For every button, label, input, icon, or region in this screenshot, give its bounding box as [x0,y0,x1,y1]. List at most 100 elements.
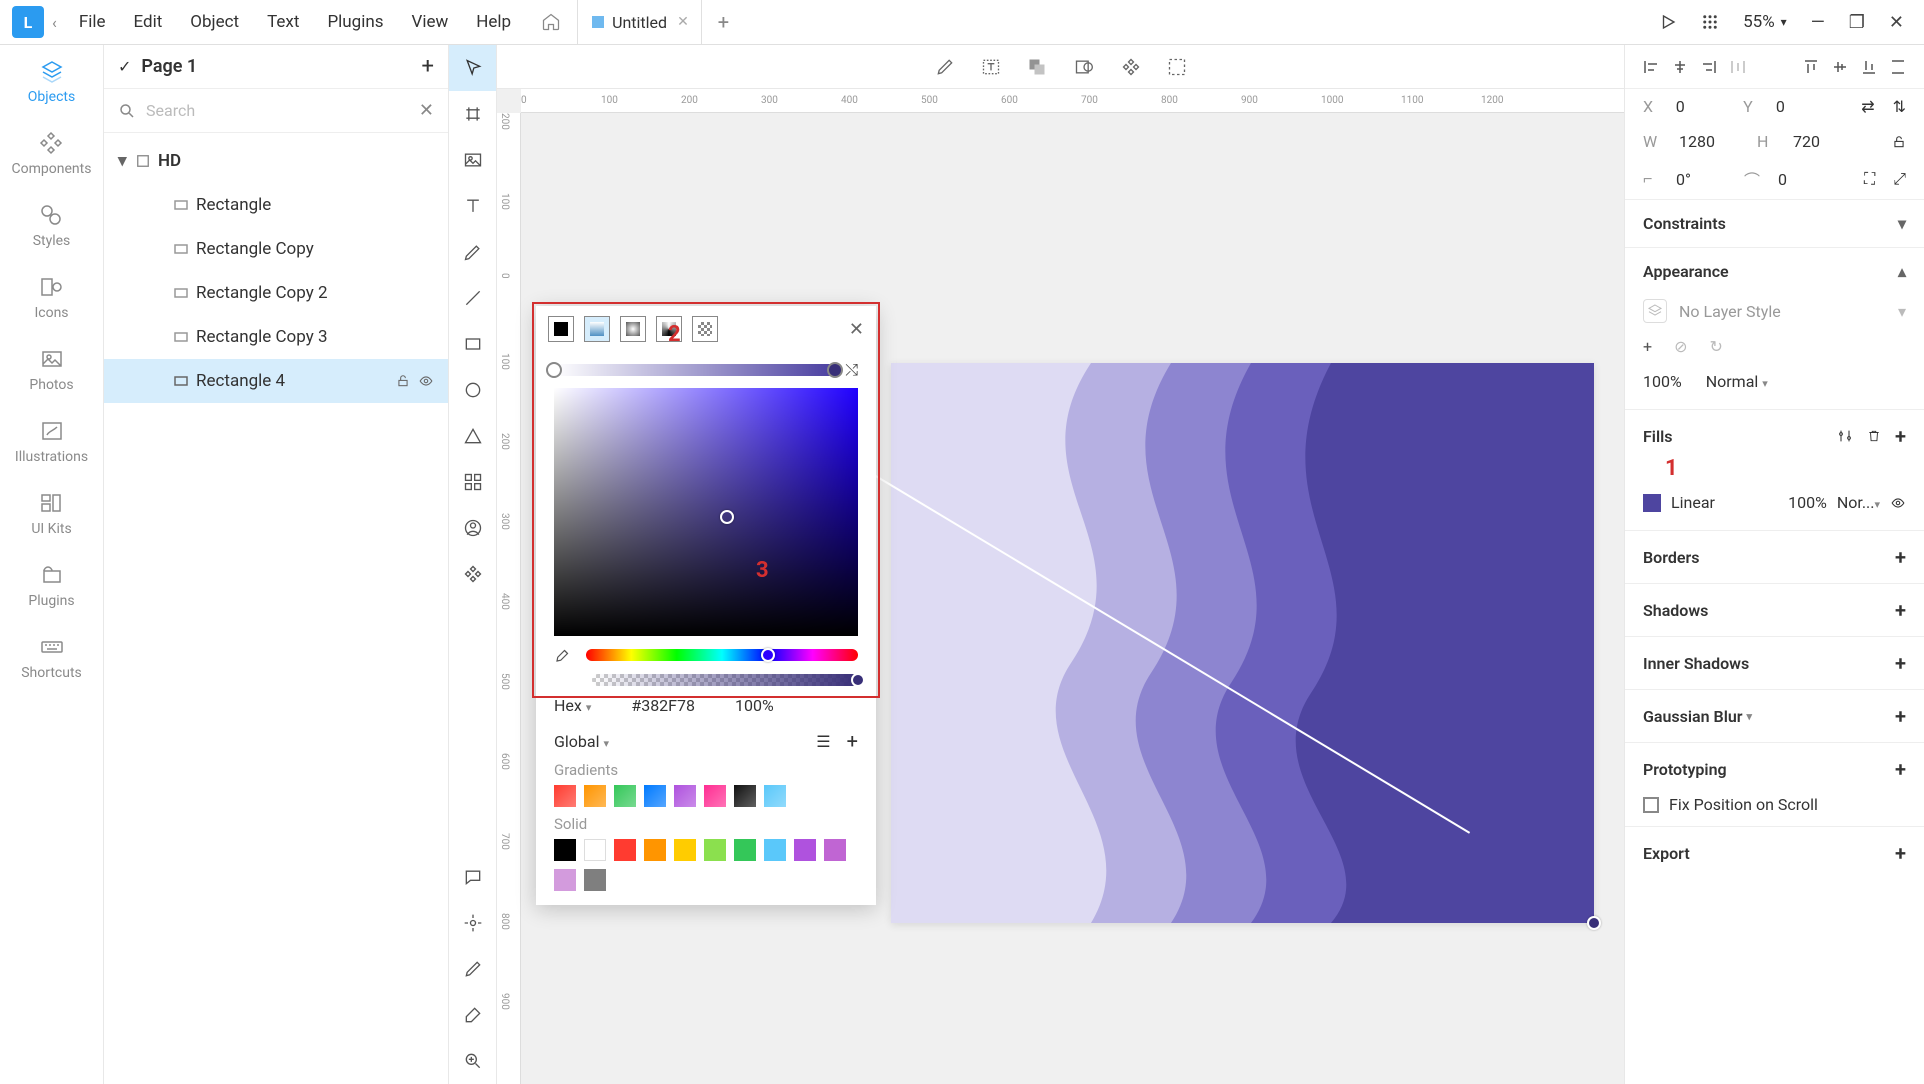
gradient-stop-end[interactable] [1587,916,1601,930]
hue-handle[interactable] [761,648,775,662]
inner-shadows-add-button[interactable]: + [1895,651,1906,675]
layer-rectangle-copy[interactable]: Rectangle Copy [104,227,448,271]
layer-frame-hd[interactable]: ▾ HD [104,139,448,183]
leftbar-uikits[interactable]: UI Kits [31,489,71,537]
menu-file[interactable]: File [65,12,120,32]
opacity-value[interactable]: 100% [1643,372,1682,391]
minimize-button[interactable]: — [1811,12,1825,33]
lock-aspect-icon[interactable] [1892,135,1906,149]
leftbar-components[interactable]: Components [12,129,92,177]
boolean-icon[interactable] [1027,57,1047,77]
eyedropper-icon[interactable] [554,646,572,664]
blur-header[interactable]: Gaussian Blur ▾+ [1625,690,1924,742]
leftbar-icons[interactable]: Icons [34,273,68,321]
swatch[interactable] [674,785,696,807]
layer-rectangle-4[interactable]: Rectangle 4 [104,359,448,403]
shadows-add-button[interactable]: + [1895,598,1906,622]
borders-add-button[interactable]: + [1895,545,1906,569]
collapse-icon[interactable]: ▾ [118,151,136,171]
align-vcenter-icon[interactable] [1832,59,1848,75]
hex-mode[interactable]: Hex ▾ [554,696,591,715]
leftbar-shortcuts[interactable]: Shortcuts [21,633,82,681]
align-top-icon[interactable] [1803,59,1819,75]
hue-slider[interactable] [586,649,858,661]
gradient-stop-handle-end[interactable] [827,362,843,378]
layer-rectangle-copy-2[interactable]: Rectangle Copy 2 [104,271,448,315]
tool-image[interactable] [449,137,496,183]
swatch[interactable] [644,785,666,807]
x-value[interactable]: 0 [1676,97,1725,116]
linear-gradient-tab[interactable] [584,316,610,342]
gradient-stop-handle-start[interactable] [546,362,562,378]
tool-avatar[interactable] [449,505,496,551]
swatch[interactable] [734,785,756,807]
prototyping-add-button[interactable]: + [1895,757,1906,781]
leftbar-objects[interactable]: Objects [28,57,75,105]
search-input[interactable] [146,101,409,120]
alpha-slider[interactable] [592,674,858,686]
fill-blend[interactable]: Nor...▾ [1837,493,1880,512]
add-style-button[interactable]: + [1643,337,1652,356]
distribute-v-icon[interactable] [1890,59,1906,75]
borders-header[interactable]: Borders+ [1625,531,1924,583]
fill-opacity[interactable]: 100% [1788,493,1827,512]
page-chevron-icon[interactable]: ✓ [118,57,131,76]
leftbar-photos[interactable]: Photos [29,345,73,393]
edit-geometry-icon[interactable] [935,57,955,77]
blend-mode[interactable]: Normal ▾ [1706,372,1768,391]
appearance-header[interactable]: Appearance▴ [1625,248,1924,295]
app-logo[interactable]: L [12,6,44,38]
expand-icon[interactable]: ⤢ [1893,169,1906,189]
swap-stops-icon[interactable]: ⤭ [845,360,858,380]
global-colors[interactable]: Global ▾ [554,732,609,751]
mirror-h-icon[interactable]: ⇄ [1861,97,1874,116]
fills-delete-icon[interactable] [1867,428,1881,444]
fix-position-checkbox[interactable] [1643,797,1659,813]
swatch[interactable] [824,839,846,861]
menu-text[interactable]: Text [253,12,313,32]
swatch[interactable] [764,785,786,807]
shadows-header[interactable]: Shadows+ [1625,584,1924,636]
gradient-slider[interactable]: ⤭ [554,360,858,380]
tool-rectangle[interactable] [449,321,496,367]
reset-style-icon[interactable]: ↻ [1709,337,1722,356]
swatch[interactable] [554,869,576,891]
tool-component[interactable] [449,551,496,597]
align-hcenter-icon[interactable] [1672,59,1688,75]
fill-swatch[interactable] [1643,494,1661,512]
align-right-icon[interactable] [1701,59,1717,75]
radial-gradient-tab[interactable] [620,316,646,342]
selection-icon[interactable] [1167,57,1187,77]
leftbar-styles[interactable]: Styles [33,201,71,249]
swatch[interactable] [614,839,636,861]
fill-visibility-icon[interactable] [1890,496,1906,510]
swatch[interactable] [554,785,576,807]
doc-tab[interactable]: Untitled ✕ [577,0,701,45]
play-icon[interactable] [1659,13,1677,31]
constraints-header[interactable]: Constraints▾ [1625,200,1924,247]
swatch[interactable] [584,869,606,891]
home-icon[interactable] [525,12,577,32]
swatch[interactable] [764,839,786,861]
fill-type[interactable]: Linear [1671,493,1715,512]
tool-comment[interactable] [449,854,496,900]
layer-rectangle[interactable]: Rectangle [104,183,448,227]
tool-pen[interactable] [449,229,496,275]
close-picker-button[interactable]: ✕ [849,319,864,340]
prototyping-header[interactable]: Prototyping+ [1625,743,1924,795]
layer-rectangle-copy-3[interactable]: Rectangle Copy 3 [104,315,448,359]
maximize-button[interactable]: ❐ [1849,12,1865,33]
add-page-button[interactable]: + [422,54,434,79]
menu-object[interactable]: Object [176,12,253,32]
tool-ellipse[interactable] [449,367,496,413]
y-value[interactable]: 0 [1776,97,1825,116]
menu-view[interactable]: View [398,12,463,32]
tool-zoom[interactable] [449,1038,496,1084]
solid-fill-tab[interactable] [548,316,574,342]
fit-icon[interactable]: ⛶ [1864,169,1875,189]
corner-value[interactable]: 0 [1778,170,1828,189]
tool-frame[interactable] [449,91,496,137]
menu-edit[interactable]: Edit [120,12,177,32]
tool-pencil[interactable] [449,946,496,992]
create-component-icon[interactable] [1121,57,1141,77]
